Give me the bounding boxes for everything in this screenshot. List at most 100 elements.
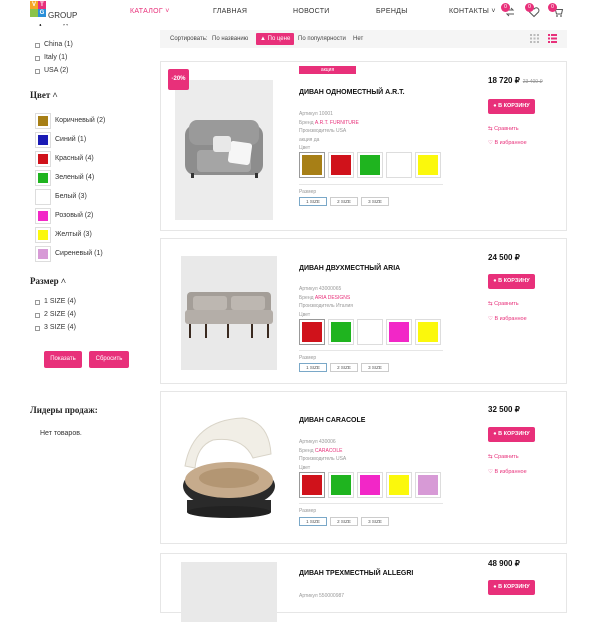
size-option[interactable]: 3 SIZE <box>361 363 389 372</box>
wishlist-link[interactable]: ♡ В избранное <box>488 140 527 146</box>
size-option[interactable]: 1 SIZE <box>299 197 327 206</box>
chevron-down-icon: ˅ <box>491 8 496 15</box>
size-label: 3 SIZE (4) <box>44 324 76 331</box>
size-option[interactable]: 1 SIZE <box>299 517 327 526</box>
country-label: USA (2) <box>44 67 69 74</box>
country-checkbox[interactable] <box>35 43 40 48</box>
color-option-fill <box>418 322 438 342</box>
brand-link[interactable]: A.R.T. FURNITURE <box>315 120 359 126</box>
size-option[interactable]: 3 SIZE <box>361 197 389 206</box>
list-view-icon[interactable] <box>548 34 557 43</box>
color-option[interactable] <box>328 472 354 498</box>
color-option[interactable] <box>386 152 412 178</box>
country-label: Italy (1) <box>44 54 68 61</box>
color-filter-label: Коричневый (2) <box>55 117 106 124</box>
nav-news[interactable]: НОВОСТИ <box>293 8 330 15</box>
manufacturer-label: Производитель <box>299 128 335 134</box>
logo[interactable]: V T G GROUP <box>30 1 78 23</box>
leaders-empty-text: Нет товаров. <box>40 430 82 437</box>
color-heading[interactable]: Цвет ˄ <box>30 90 58 100</box>
color-option[interactable] <box>299 319 325 345</box>
country-checkbox[interactable] <box>35 69 40 74</box>
color-filter-swatch[interactable] <box>35 189 51 205</box>
nav-contacts[interactable]: КОНТАКТЫ ˅ <box>449 8 496 15</box>
nav-home[interactable]: ГЛАВНАЯ <box>213 8 247 15</box>
old-price: 23 400 ₽ <box>522 79 543 85</box>
wishlist-link[interactable]: ♡ В избранное <box>488 469 527 475</box>
size-label: Размер <box>299 189 317 195</box>
color-option-fill <box>389 155 409 175</box>
add-to-cart-label: В КОРЗИНУ <box>498 103 530 109</box>
color-filter-swatch[interactable] <box>35 170 51 186</box>
color-option[interactable] <box>357 319 383 345</box>
color-filter-swatch[interactable] <box>35 208 51 224</box>
add-to-cart-button[interactable]: ● В КОРЗИНУ <box>488 427 535 442</box>
sort-label: Сортировать: <box>170 36 208 42</box>
color-option[interactable] <box>328 152 354 178</box>
size-option[interactable]: 2 SIZE <box>330 197 358 206</box>
color-option-fill <box>360 322 380 342</box>
size-option[interactable]: 3 SIZE <box>361 517 389 526</box>
product-image[interactable] <box>181 562 277 622</box>
color-option[interactable] <box>299 152 325 178</box>
wishlist-link[interactable]: ♡ В избранное <box>488 316 527 322</box>
product-image[interactable] <box>175 80 273 220</box>
color-option[interactable] <box>328 319 354 345</box>
size-checkbox[interactable] <box>35 326 40 331</box>
heart-icon: ♡ <box>488 140 493 146</box>
heart-icon: ♡ <box>488 316 493 322</box>
size-checkbox[interactable] <box>35 313 40 318</box>
article-value: 550000987 <box>319 593 345 599</box>
size-option[interactable]: 2 SIZE <box>330 363 358 372</box>
product-image[interactable] <box>173 406 277 530</box>
product-card: -20% акция ДИВАН ОДНОМЕСТНЫЙ A.R.T. Арти… <box>160 61 567 231</box>
color-option[interactable] <box>357 472 383 498</box>
size-option[interactable]: 1 SIZE <box>299 363 327 372</box>
logo-text: GROUP <box>48 11 78 20</box>
grid-view-icon[interactable] <box>530 34 539 43</box>
size-checkbox[interactable] <box>35 300 40 305</box>
compare-link[interactable]: ⇆ Сравнить <box>488 126 519 132</box>
nav-catalog-label: КАТАЛОГ <box>130 8 163 15</box>
compare-link[interactable]: ⇆ Сравнить <box>488 301 519 307</box>
color-option[interactable] <box>299 472 325 498</box>
sort-by-price[interactable]: ▲ По цене <box>256 33 295 45</box>
nav-catalog[interactable]: КАТАЛОГ ˅ <box>130 8 170 15</box>
product-meta: Артикул 10001 Бренд A.R.T. FURNITURE Про… <box>299 110 359 153</box>
heart-icon: ♡ <box>488 469 493 475</box>
size-option[interactable]: 2 SIZE <box>330 517 358 526</box>
add-to-cart-button[interactable]: ● В КОРЗИНУ <box>488 99 535 114</box>
size-heading[interactable]: Размер ˄ <box>30 276 66 286</box>
color-filter-fill <box>38 116 48 126</box>
sort-by-popularity[interactable]: По популярности <box>298 36 346 42</box>
color-option[interactable] <box>357 152 383 178</box>
show-button[interactable]: Показать <box>44 351 82 368</box>
sort-by-name[interactable]: По названию <box>212 36 248 42</box>
nav-brands[interactable]: БРЕНДЫ <box>376 8 408 15</box>
color-option[interactable] <box>415 319 441 345</box>
add-to-cart-button[interactable]: ● В КОРЗИНУ <box>488 580 535 595</box>
color-option[interactable] <box>386 472 412 498</box>
color-filter-swatch[interactable] <box>35 113 51 129</box>
sale-badge: акция <box>299 66 356 74</box>
product-image[interactable] <box>181 256 277 370</box>
country-checkbox[interactable] <box>35 56 40 61</box>
product-title[interactable]: ДИВАН ТРЕХМЕСТНЫЙ ALLEGRI <box>299 570 413 577</box>
product-title[interactable]: ДИВАН CARACOLE <box>299 417 365 424</box>
brand-link[interactable]: CARACOLE <box>315 448 343 454</box>
color-filter-swatch[interactable] <box>35 132 51 148</box>
reset-button[interactable]: Сбросить <box>89 351 129 368</box>
color-filter-swatch[interactable] <box>35 246 51 262</box>
sort-none[interactable]: Нет <box>353 36 363 42</box>
color-option[interactable] <box>415 152 441 178</box>
brand-link[interactable]: ARIA DESIGNS <box>315 295 350 301</box>
product-title[interactable]: ДИВАН ОДНОМЕСТНЫЙ A.R.T. <box>299 89 405 96</box>
color-filter-label: Белый (3) <box>55 193 87 200</box>
color-filter-swatch[interactable] <box>35 151 51 167</box>
compare-link[interactable]: ⇆ Сравнить <box>488 454 519 460</box>
product-title[interactable]: ДИВАН ДВУХМЕСТНЫЙ ARIA <box>299 265 400 272</box>
color-option[interactable] <box>415 472 441 498</box>
color-option[interactable] <box>386 319 412 345</box>
add-to-cart-button[interactable]: ● В КОРЗИНУ <box>488 274 535 289</box>
color-filter-swatch[interactable] <box>35 227 51 243</box>
